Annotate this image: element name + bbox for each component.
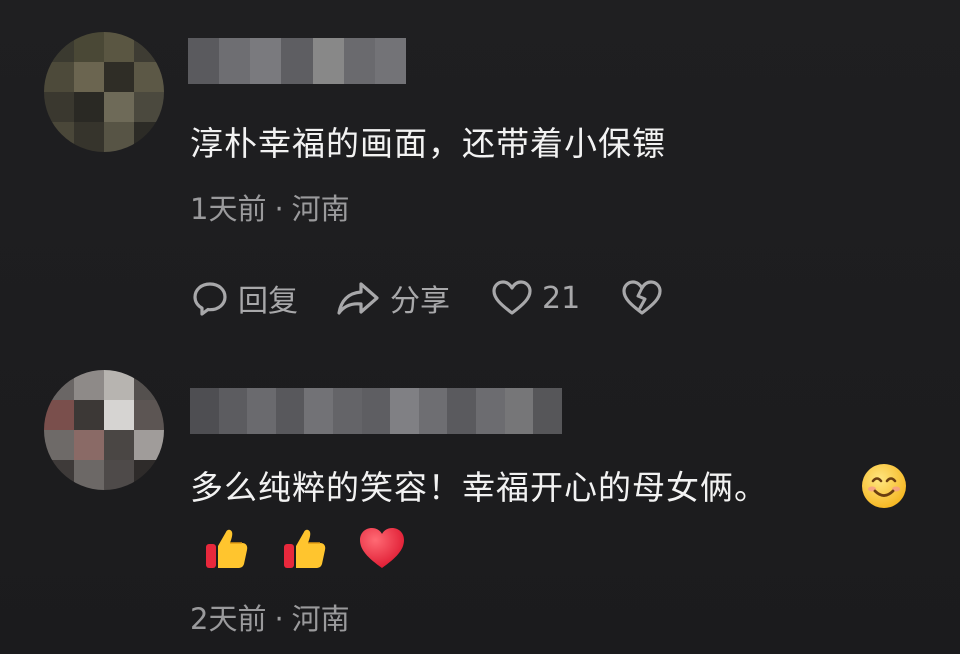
heart-outline-icon: [492, 280, 532, 315]
meta-separator: ·: [274, 192, 284, 226]
mosaic-pixel: [44, 122, 74, 152]
comment-time: 1天前: [190, 192, 267, 226]
mosaic-pixel: [190, 388, 219, 434]
mosaic-pixel: [134, 370, 164, 400]
comment-time: 2天前: [190, 602, 267, 636]
mosaic-pixel: [74, 92, 104, 122]
comment-item-1: 淳朴幸福的画面，还带着小保镖 1天前 · 河南 回复 分享 21: [0, 0, 960, 340]
mosaic-pixel: [134, 62, 164, 92]
username-blurred[interactable]: [190, 388, 562, 434]
share-label: 分享: [390, 284, 450, 319]
mosaic-pixel: [361, 388, 391, 434]
mosaic-pixel: [104, 400, 134, 430]
comment-location: 河南: [291, 602, 350, 636]
mosaic-pixel: [418, 388, 448, 434]
mosaic-pixel: [275, 388, 305, 434]
mosaic-pixel: [218, 388, 248, 434]
mosaic-pixel: [134, 32, 164, 62]
mosaic-pixel: [74, 62, 104, 92]
mosaic-pixel: [74, 122, 104, 152]
mosaic-pixel: [219, 38, 251, 84]
reply-label: 回复: [238, 284, 298, 319]
mosaic-pixel: [247, 388, 276, 434]
mosaic-pixel: [134, 460, 164, 490]
mosaic-pixel: [104, 92, 134, 122]
comment-text: 淳朴幸福的画面，还带着小保镖: [190, 124, 666, 163]
mosaic-pixel: [250, 38, 282, 84]
share-arrow-icon: [337, 282, 379, 315]
mosaic-pixel: [104, 32, 134, 62]
avatar[interactable]: [44, 32, 164, 152]
mosaic-pixel: [390, 388, 419, 434]
mosaic-pixel: [74, 430, 104, 460]
mosaic-pixel: [134, 92, 164, 122]
mosaic-pixel: [74, 32, 104, 62]
mosaic-pixel: [533, 388, 562, 434]
mosaic-pixel: [74, 370, 104, 400]
comment-actions: 回复 分享 21: [190, 274, 664, 322]
mosaic-pixel: [44, 92, 74, 122]
mosaic-pixel: [188, 38, 220, 84]
mosaic-pixel: [374, 38, 406, 84]
meta-separator: ·: [274, 602, 284, 636]
reply-button[interactable]: 回复: [190, 276, 298, 320]
dislike-button[interactable]: [620, 278, 664, 318]
mosaic-pixel: [134, 430, 164, 460]
mosaic-pixel: [333, 388, 362, 434]
comment-location: 河南: [291, 192, 350, 226]
comment-item-2: 多么纯粹的笑容！幸福开心的母女俩。 2天前 · 河南: [0, 340, 960, 654]
mosaic-pixel: [343, 38, 375, 84]
red-heart-emoji-icon: [360, 528, 404, 568]
mosaic-pixel: [104, 122, 134, 152]
mosaic-pixel: [74, 400, 104, 430]
mosaic-pixel: [134, 122, 164, 152]
comment-meta: 2天前 · 河南: [190, 596, 350, 638]
mosaic-pixel: [504, 388, 534, 434]
mosaic-pixel: [447, 388, 477, 434]
thumbs-up-emoji-icon: [206, 529, 248, 568]
mosaic-pixel: [104, 370, 134, 400]
comment-text: 多么纯粹的笑容！幸福开心的母女俩。: [190, 468, 768, 507]
mosaic-pixel: [44, 370, 74, 400]
share-button[interactable]: 分享: [334, 276, 450, 320]
speech-bubble-icon: [193, 282, 227, 316]
mosaic-pixel: [134, 400, 164, 430]
mosaic-pixel: [44, 32, 74, 62]
mosaic-pixel: [44, 430, 74, 460]
emoji-row: [200, 522, 408, 574]
mosaic-pixel: [104, 62, 134, 92]
like-button[interactable]: 21: [490, 278, 580, 318]
mosaic-pixel: [476, 388, 505, 434]
mosaic-pixel: [104, 460, 134, 490]
mosaic-pixel: [44, 460, 74, 490]
like-count: 21: [542, 280, 581, 316]
username-blurred[interactable]: [188, 38, 406, 84]
mosaic-pixel: [44, 400, 74, 430]
broken-heart-icon: [622, 280, 662, 315]
mosaic-pixel: [304, 388, 334, 434]
avatar[interactable]: [44, 370, 164, 490]
comment-meta: 1天前 · 河南: [190, 186, 350, 228]
mosaic-pixel: [104, 430, 134, 460]
mosaic-pixel: [44, 62, 74, 92]
smiling-face-emoji-icon: [862, 464, 906, 508]
mosaic-pixel: [281, 38, 313, 84]
mosaic-pixel: [312, 38, 344, 84]
thumbs-up-emoji-icon: [284, 529, 326, 568]
mosaic-pixel: [74, 460, 104, 490]
